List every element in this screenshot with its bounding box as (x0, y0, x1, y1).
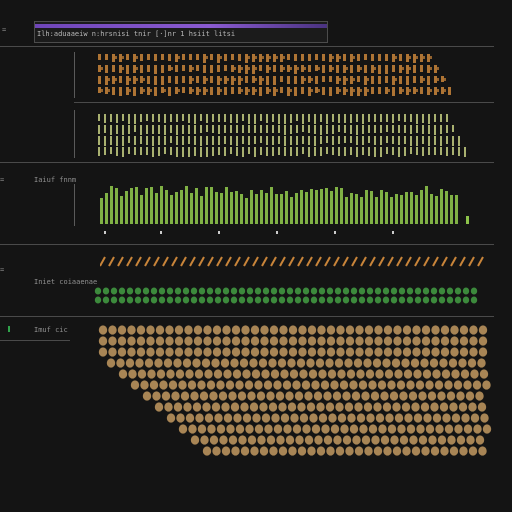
strip-1-marker (74, 52, 75, 98)
strip-3-marker (74, 184, 75, 226)
green-dots (94, 286, 484, 308)
strip-2-data (98, 112, 478, 160)
header-title: Ilh:aduaaeiw n:hrsnisi tnir [·]nr 1 hsii… (37, 30, 236, 38)
status-mark (8, 326, 10, 332)
left-mark: = (0, 176, 5, 184)
divider (0, 316, 494, 317)
header-accent-bar (35, 24, 327, 28)
green-dot-graphic (94, 287, 478, 304)
divider (0, 340, 70, 341)
left-mark: = (0, 266, 5, 274)
divider (0, 46, 494, 47)
tan-dot-grid (94, 322, 494, 462)
strip-1-graphic (98, 54, 451, 96)
divider (74, 102, 494, 103)
slash-row-graphic (100, 256, 484, 267)
strip-2-graphic (98, 114, 466, 157)
header-bar: Ilh:aduaaeiw n:hrsnisi tnir [·]nr 1 hsii… (34, 21, 328, 43)
strip-1-data (98, 52, 458, 100)
left-mark: = (2, 26, 7, 34)
strip-3-graphic (100, 186, 469, 234)
slash-row (100, 256, 490, 268)
strip-3-data (100, 184, 480, 236)
tan-dot-graphic (98, 325, 492, 456)
row-label: Imuf cic (34, 326, 68, 334)
divider (0, 244, 494, 245)
strip-2-marker (74, 110, 75, 158)
divider (0, 162, 494, 163)
row-label: Iniet coiaaenae (34, 278, 98, 286)
row-label: Iaiuf fnnm (34, 176, 77, 184)
